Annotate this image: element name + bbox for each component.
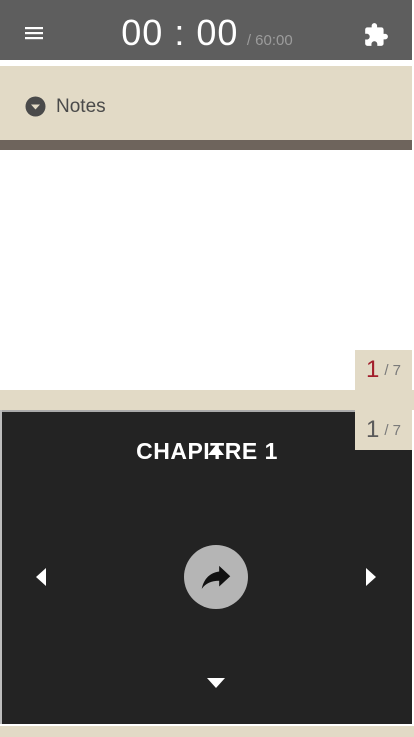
triangle-down-icon[interactable]: [205, 676, 227, 690]
triangle-up-icon[interactable]: [206, 443, 226, 457]
triangle-left-icon[interactable]: [34, 566, 48, 588]
page-total: / 7: [384, 421, 402, 439]
triangle-right-icon[interactable]: [364, 566, 378, 588]
page-indicator-notes: 1 / 7: [355, 350, 412, 390]
timer-elapsed: 00 : 00: [121, 12, 239, 53]
page-current: 1: [365, 356, 380, 383]
puzzle-piece-icon[interactable]: [363, 22, 389, 48]
timer-total: / 60:00: [246, 32, 293, 49]
separator-band: [0, 390, 414, 410]
caret-down-circle-icon: [25, 96, 46, 117]
notes-label: Notes: [56, 96, 106, 117]
notes-toggle-bar[interactable]: Notes: [0, 66, 412, 140]
share-button[interactable]: [184, 545, 248, 609]
notes-divider: [0, 140, 412, 150]
timer: 00 : 00 / 60:00: [0, 12, 414, 54]
share-forward-icon: [201, 565, 231, 589]
page-total: / 7: [384, 361, 402, 379]
notes-text-area[interactable]: [0, 150, 412, 390]
bottom-band: [0, 726, 414, 737]
